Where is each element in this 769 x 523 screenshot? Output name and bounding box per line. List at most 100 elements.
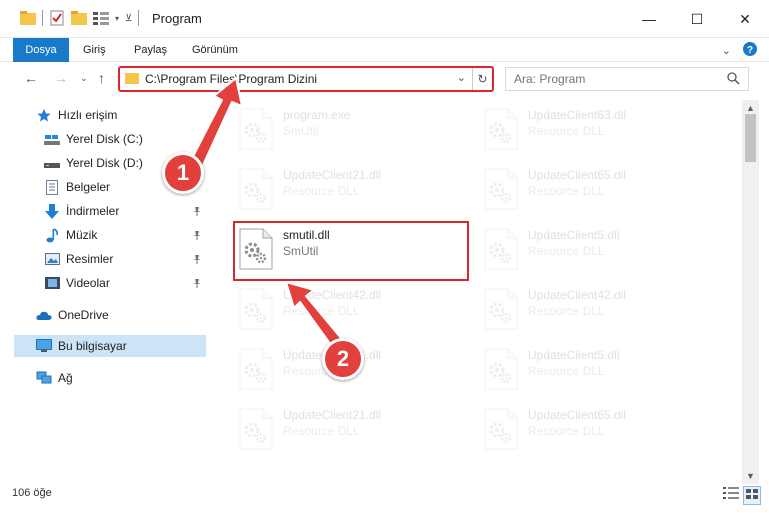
tab-gorunum[interactable]: Görünüm — [192, 38, 238, 62]
recent-locations-icon[interactable]: ⌄ — [80, 73, 88, 84]
file-name: UpdateClient5.dll — [528, 348, 620, 362]
help-icon[interactable]: ? — [743, 42, 757, 59]
sidebar-item-label: OneDrive — [58, 308, 109, 322]
file-description: Resource DLL — [528, 184, 605, 198]
qat-dropdown-icon[interactable]: ▾ — [115, 14, 119, 23]
file-item[interactable]: UpdateClient5.dll Resource DLL — [478, 342, 714, 398]
network-icon — [36, 370, 52, 386]
new-folder-icon[interactable] — [71, 10, 87, 26]
status-bar: 106 öğe — [0, 484, 769, 505]
search-icon[interactable] — [727, 72, 740, 88]
expand-ribbon-icon[interactable]: ⌄ — [722, 44, 731, 57]
sidebar-item-downloads[interactable]: İndirmeler — [44, 200, 206, 222]
dll-file-icon — [484, 348, 518, 390]
search-box[interactable] — [505, 67, 749, 91]
callout-2: 2 — [322, 338, 364, 380]
up-arrow-icon[interactable]: ↑ — [98, 70, 105, 86]
file-name: UpdateClient21.dll — [283, 408, 382, 422]
address-row: ← → ⌄ ↑ C:\Program Files\Program Dizini … — [0, 62, 769, 96]
sidebar-item-network[interactable]: Ağ — [36, 367, 206, 389]
sidebar-item-label: Belgeler — [66, 180, 111, 194]
customize-qat-icon[interactable]: ⊻ — [125, 13, 132, 24]
file-item[interactable]: UpdateClient65.dll Resource DLL — [478, 162, 714, 218]
file-item[interactable]: UpdateClient65.dll Resource DLL — [478, 402, 714, 458]
file-item[interactable]: UpdateClient42.dll Resource DLL — [233, 282, 469, 338]
file-item[interactable]: UpdateClient5.dll Resource DLL — [478, 222, 714, 278]
tab-paylas[interactable]: Paylaş — [134, 38, 167, 62]
file-description: Resource DLL — [283, 304, 360, 318]
quick-access-toolbar: ▾ ⊻ — [20, 10, 140, 26]
sidebar-item-pictures[interactable]: Resimler — [44, 248, 206, 270]
window-title: Program — [152, 11, 202, 26]
forward-arrow-icon[interactable]: → — [54, 70, 68, 86]
file-description: SmUtil — [283, 124, 319, 138]
title-bar: ▾ ⊻ Program — ☐ ✕ — [0, 0, 769, 38]
selection-highlight — [233, 221, 469, 281]
music-icon — [44, 227, 60, 243]
dll-file-icon — [484, 168, 518, 210]
computer-icon — [36, 338, 52, 354]
folder-icon[interactable] — [20, 10, 36, 26]
download-icon — [44, 203, 60, 219]
file-name: UpdateClient65.dll — [528, 408, 627, 422]
file-item[interactable]: UpdateClient63.dll Resource DLL — [478, 102, 714, 158]
pin-icon[interactable] — [192, 229, 202, 243]
file-description: Resource DLL — [528, 124, 605, 138]
sidebar-item-label: Bu bilgisayar — [58, 339, 127, 353]
file-item[interactable]: UpdateClient42.dll Resource DLL — [478, 282, 714, 338]
file-description: Resource DLL — [283, 424, 360, 438]
sidebar-item-label: Ağ — [58, 371, 73, 385]
close-button[interactable]: ✕ — [721, 0, 769, 38]
file-description: Resource DLL — [528, 364, 605, 378]
sidebar-item-videos[interactable]: Videolar — [44, 272, 206, 294]
back-arrow-icon[interactable]: ← — [24, 70, 38, 86]
dll-file-icon — [484, 108, 518, 150]
address-path[interactable]: C:\Program Files\Program Dizini — [145, 72, 317, 86]
scroll-thumb[interactable] — [745, 114, 756, 162]
scroll-down-icon[interactable]: ▼ — [742, 468, 759, 484]
sidebar-item-onedrive[interactable]: OneDrive — [36, 304, 206, 326]
file-name: UpdateClient42.dll — [528, 288, 627, 302]
file-item[interactable]: UpdateClient21.dll Resource DLL — [233, 402, 469, 458]
address-bar[interactable]: C:\Program Files\Program Dizini ⌄ ↻ — [118, 66, 494, 92]
properties-icon[interactable] — [49, 10, 65, 26]
sidebar-item-label: Müzik — [66, 228, 98, 242]
search-input[interactable] — [506, 68, 716, 90]
pin-icon[interactable] — [192, 205, 202, 219]
address-dropdown-icon[interactable]: ⌄ — [457, 71, 466, 84]
callout-1: 1 — [162, 152, 204, 194]
sidebar-item-label: Yerel Disk (C:) — [66, 132, 143, 146]
sidebar-item-music[interactable]: Müzik — [44, 224, 206, 246]
dll-file-icon — [484, 288, 518, 330]
vertical-scrollbar[interactable]: ▲ ▼ — [742, 100, 759, 484]
file-item[interactable]: program.exe SmUtil — [233, 102, 469, 158]
sidebar-item-label: Videolar — [66, 276, 110, 290]
file-list: program.exe SmUtil UpdateClient63.dll Resou… — [230, 100, 740, 470]
minimize-button[interactable]: — — [625, 0, 673, 38]
dll-file-icon — [239, 168, 273, 210]
view-options-icon[interactable] — [93, 10, 109, 26]
refresh-icon[interactable]: ↻ — [472, 68, 492, 90]
details-view-icon[interactable] — [723, 486, 739, 505]
large-icons-view-icon[interactable] — [743, 486, 761, 505]
file-item[interactable]: UpdateClient21.dll Resource DLL — [233, 162, 469, 218]
sidebar-item-quick-access[interactable]: Hızlı erişim — [36, 104, 206, 126]
cloud-icon — [36, 307, 52, 323]
toolbar-separator — [138, 10, 140, 26]
maximize-button[interactable]: ☐ — [673, 0, 721, 38]
drive-icon — [44, 131, 60, 147]
star-icon — [36, 107, 52, 123]
sidebar-item-local-disk-c[interactable]: Yerel Disk (C:) — [44, 128, 206, 150]
file-description: Resource DLL — [528, 424, 605, 438]
sidebar-item-label: Hızlı erişim — [58, 108, 118, 122]
sidebar-item-this-pc[interactable]: Bu bilgisayar — [14, 335, 206, 357]
file-name: UpdateClient63.dll — [528, 108, 627, 122]
ribbon-tabs: Dosya Giriş Paylaş Görünüm ⌄ ? — [0, 38, 769, 62]
file-description: Resource DLL — [528, 244, 605, 258]
folder-icon — [125, 73, 139, 84]
pin-icon[interactable] — [192, 277, 202, 291]
pin-icon[interactable] — [192, 253, 202, 267]
file-name: UpdateClient65.dll — [528, 168, 627, 182]
tab-giris[interactable]: Giriş — [83, 38, 106, 62]
tab-dosya[interactable]: Dosya — [13, 38, 69, 62]
